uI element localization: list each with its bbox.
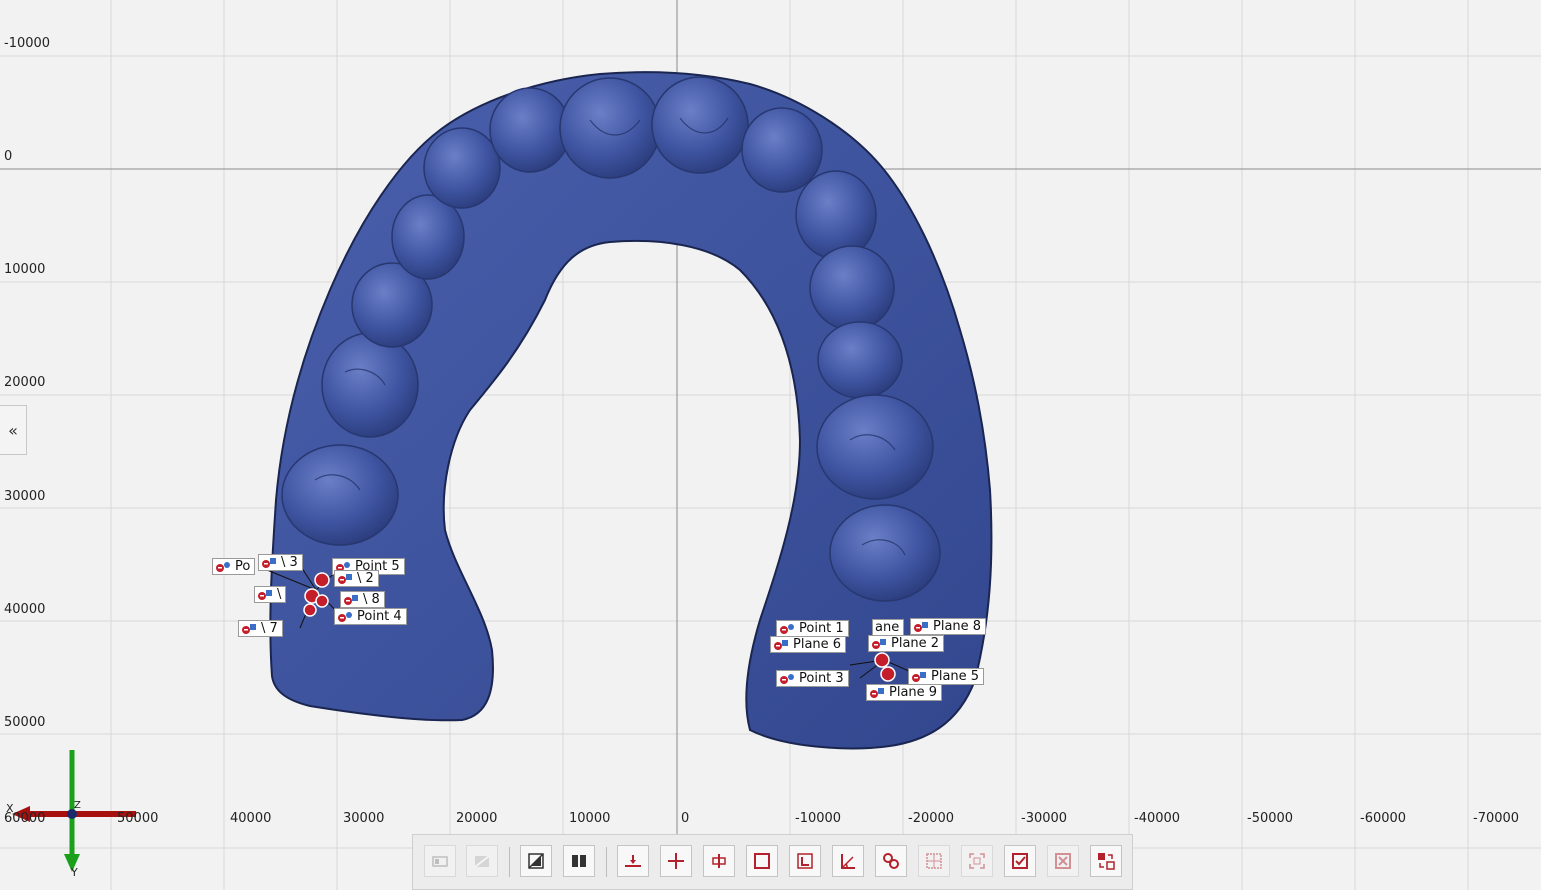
- x-tick: -70000: [1473, 811, 1520, 826]
- y-tick: 40000: [4, 602, 46, 617]
- 3d-viewport[interactable]: -10000 0 10000 20000 30000 40000 50000 6…: [0, 0, 1541, 890]
- marker-label[interactable]: \ 7: [238, 620, 283, 637]
- y-tick: 0: [4, 149, 13, 164]
- x-tick: 20000: [456, 811, 498, 826]
- plane-marker-icon: [262, 557, 276, 568]
- fit-frame-icon: [969, 853, 985, 869]
- plane-section-icon: [712, 854, 726, 868]
- cross-box-icon: [1055, 853, 1071, 869]
- x-tick: -40000: [1134, 811, 1181, 826]
- x-tick: -50000: [1247, 811, 1294, 826]
- marker-label[interactable]: Plane 8: [910, 618, 987, 635]
- double-chevron-left-icon: «: [8, 420, 18, 440]
- plane-marker-icon: [870, 687, 884, 698]
- swap-blocks-button[interactable]: [1090, 845, 1122, 877]
- x-tick: -10000: [795, 811, 842, 826]
- corner-select-icon: [797, 853, 813, 869]
- split-view-icon: [572, 855, 586, 867]
- x-tick: -20000: [908, 811, 955, 826]
- y-tick: 30000: [4, 489, 46, 504]
- check-box-button[interactable]: [1004, 845, 1036, 877]
- marker-label[interactable]: Plane 9: [866, 684, 943, 701]
- x-tick: 10000: [569, 811, 611, 826]
- x-tick: -60000: [1360, 811, 1407, 826]
- plane-marker-icon: [774, 639, 788, 650]
- gizmo-y-label: Y: [71, 866, 78, 879]
- marker-label[interactable]: Plane 6: [770, 636, 847, 653]
- angle-measure-icon: [841, 854, 855, 869]
- plane-marker-icon: [338, 573, 352, 584]
- fit-frame-button[interactable]: [961, 845, 993, 877]
- y-tick: 20000: [4, 375, 46, 390]
- collapse-panel-button[interactable]: «: [0, 405, 27, 455]
- marker-label[interactable]: Plane 2: [868, 635, 945, 652]
- point-cross-icon: [668, 853, 684, 869]
- cross-box-button[interactable]: [1047, 845, 1079, 877]
- marker-label[interactable]: \: [254, 586, 287, 603]
- gizmo-x-label: X: [6, 802, 14, 815]
- check-box-icon: [1012, 853, 1028, 869]
- point-marker-icon: [338, 611, 352, 622]
- x-tick: -30000: [1021, 811, 1068, 826]
- plane-marker-icon: [912, 671, 926, 682]
- toolbar-separator: [606, 847, 607, 877]
- marker-label[interactable]: \ 3: [258, 554, 303, 571]
- plane-marker-icon: [258, 589, 272, 600]
- measurement-toolbar: [412, 834, 1133, 890]
- transparency-button[interactable]: [520, 845, 552, 877]
- transparency-icon: [528, 853, 544, 869]
- y-tick: -10000: [4, 36, 51, 51]
- point-marker-icon: [780, 673, 794, 684]
- corner-select-button[interactable]: [789, 845, 821, 877]
- viewport-scene[interactable]: [0, 0, 1541, 890]
- x-tick: 30000: [343, 811, 385, 826]
- y-tick: 10000: [4, 262, 46, 277]
- marker-label[interactable]: \ 2: [334, 570, 379, 587]
- marker-label[interactable]: Point 4: [334, 608, 407, 625]
- swap-blocks-icon: [1098, 853, 1115, 870]
- split-view-button[interactable]: [563, 845, 595, 877]
- slash-box-button[interactable]: [466, 845, 498, 877]
- x-tick: 40000: [230, 811, 272, 826]
- marker-label[interactable]: Plane 5: [908, 668, 985, 685]
- plane-marker-icon: [914, 621, 928, 632]
- toolbar-separator: [509, 847, 510, 877]
- marker-label[interactable]: Po: [212, 558, 256, 575]
- marker-label[interactable]: Point 1: [776, 620, 849, 637]
- plane-marker-icon: [344, 594, 358, 605]
- plane-marker-icon: [242, 623, 256, 634]
- marker-label[interactable]: ane: [872, 619, 905, 636]
- gizmo-z-label: Z: [74, 800, 81, 811]
- rectangle-button[interactable]: [746, 845, 778, 877]
- view-box-icon: [432, 856, 448, 867]
- point-on-plane-button[interactable]: [617, 845, 649, 877]
- angle-measure-button[interactable]: [832, 845, 864, 877]
- point-marker-icon: [216, 561, 230, 572]
- grid-box-icon: [926, 853, 942, 869]
- slash-box-icon: [474, 855, 490, 868]
- link-circles-icon: [883, 853, 899, 869]
- point-marker-icon: [780, 623, 794, 634]
- link-circles-button[interactable]: [875, 845, 907, 877]
- y-tick: 50000: [4, 715, 46, 730]
- marker-label[interactable]: \ 8: [340, 591, 385, 608]
- marker-label[interactable]: Point 3: [776, 670, 849, 687]
- x-tick: 0: [681, 811, 690, 826]
- point-on-plane-icon: [625, 855, 641, 867]
- x-tick: 50000: [117, 811, 159, 826]
- plane-marker-icon: [872, 638, 886, 649]
- plane-section-button[interactable]: [703, 845, 735, 877]
- grid-box-button[interactable]: [918, 845, 950, 877]
- rectangle-icon: [754, 853, 770, 869]
- view-box-button[interactable]: [424, 845, 456, 877]
- point-cross-button[interactable]: [660, 845, 692, 877]
